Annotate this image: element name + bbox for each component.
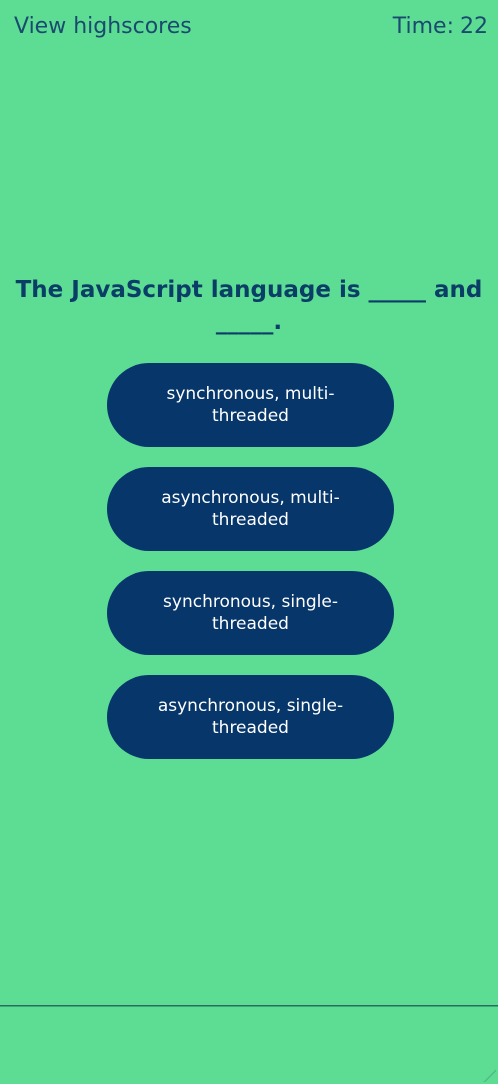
footer-divider (0, 1005, 498, 1007)
answer-button-2[interactable]: asynchronous, multi-threaded (107, 467, 394, 551)
top-bar: View highscores Time: 22 (14, 14, 488, 39)
timer: Time: 22 (393, 14, 488, 39)
answer-list: synchronous, multi-threaded asynchronous… (107, 363, 394, 759)
answer-button-4[interactable]: asynchronous, single-threaded (107, 675, 394, 759)
question-text: The JavaScript language is _____ and ___… (15, 277, 483, 335)
answer-button-1[interactable]: synchronous, multi-threaded (107, 363, 394, 447)
view-highscores-link[interactable]: View highscores (14, 14, 192, 39)
resize-grip-icon[interactable] (482, 1068, 496, 1082)
timer-value: 22 (460, 14, 488, 39)
answer-button-3[interactable]: synchronous, single-threaded (107, 571, 394, 655)
timer-label: Time: (392, 14, 454, 39)
